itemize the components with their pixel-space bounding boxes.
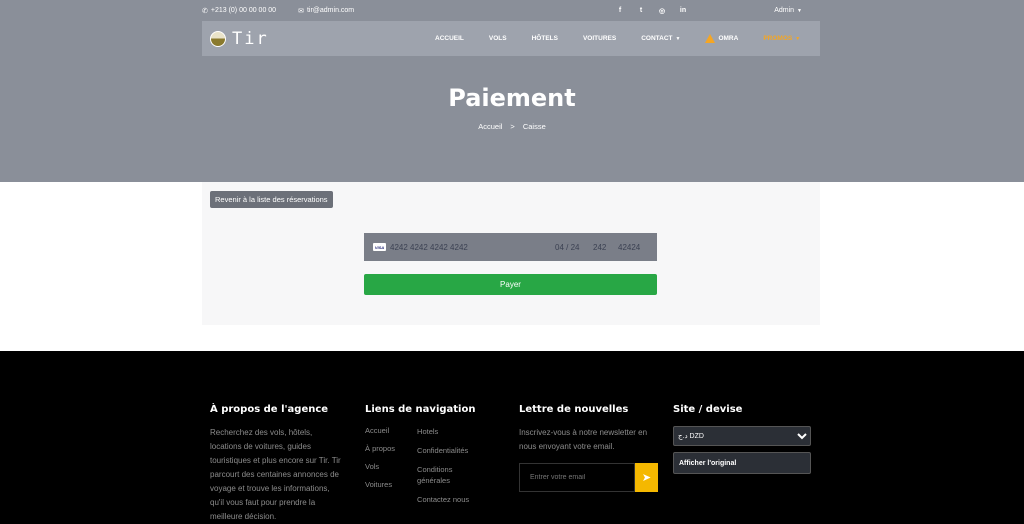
footer-link-accueil[interactable]: Accueil [365, 426, 395, 444]
mail-icon: ✉ [298, 7, 304, 15]
show-original-button[interactable]: Afficher l'original [673, 452, 811, 474]
pay-button[interactable]: Payer [364, 274, 657, 295]
back-to-reservations-button[interactable]: Revenir à la liste des réservations [210, 191, 333, 208]
breadcrumb-separator-icon: > [510, 122, 515, 131]
nav-label: PROMOS [763, 35, 793, 42]
phone-contact[interactable]: ✆ +213 (0) 00 00 00 00 [202, 7, 276, 15]
footer-link-confidentialites[interactable]: Confidentialités [417, 445, 483, 456]
about-text: Recherchez des vols, hôtels, locations d… [210, 428, 341, 521]
card-expiry-field[interactable]: 04 / 24 [555, 243, 593, 252]
phone-icon: ✆ [202, 7, 208, 15]
breadcrumb-home[interactable]: Accueil [478, 122, 502, 131]
footer-link-contact[interactable]: Contactez nous [417, 494, 483, 505]
breadcrumb-current: Caisse [522, 122, 546, 131]
brand-name: Tir [232, 29, 269, 49]
top-bar: ✆ +213 (0) 00 00 00 00 ✉ tir@admin.com f… [202, 0, 820, 21]
links-grid: Accueil À propos Vols Voitures Hotels Co… [365, 426, 483, 513]
email-address: tir@admin.com [306, 7, 355, 14]
nav-item-vols[interactable]: VOLS [489, 35, 507, 42]
card-number-field[interactable]: 4242 4242 4242 4242 [390, 243, 555, 252]
instagram-icon[interactable]: ◎ [658, 7, 666, 15]
caret-down-icon: ▼ [797, 7, 802, 14]
nav-label: ACCUEIL [435, 35, 464, 42]
facebook-icon[interactable]: f [616, 7, 624, 14]
footer: À propos de l'agence Recherchez des vols… [0, 351, 1024, 524]
nav-item-hotels[interactable]: HÔTELS [532, 35, 558, 42]
social-links: f t ◎ in [616, 0, 687, 21]
nav-item-promos[interactable]: PROMOS ▼ [763, 35, 800, 42]
newsletter-email-input[interactable] [519, 463, 635, 492]
nav-label: OMRA [718, 35, 739, 42]
page-title: Paiement [448, 84, 576, 112]
footer-link-vols[interactable]: Vols [365, 462, 395, 480]
links-column-1: Accueil À propos Vols Voitures [365, 426, 395, 513]
nav-item-accueil[interactable]: ACCUEIL [435, 35, 464, 42]
linkedin-icon[interactable]: in [679, 7, 687, 14]
nav-label: VOLS [488, 35, 507, 42]
about-title: À propos de l'agence [210, 404, 329, 415]
breadcrumb: Accueil > Caisse [0, 122, 1024, 131]
send-icon[interactable]: ➤ [635, 463, 658, 492]
kaaba-icon [705, 34, 716, 43]
nav-item-contact[interactable]: CONTACT ▼ [641, 35, 680, 42]
card-cvc-field[interactable]: 242 [593, 243, 618, 252]
footer-about: À propos de l'agence Recherchez des vols… [210, 404, 344, 524]
nav-links: ACCUEIL VOLS HÔTELS VOITURES CONTACT ▼ OM… [435, 21, 825, 56]
caret-down-icon: ▼ [675, 35, 681, 42]
card-zip-field[interactable]: 42424 [618, 243, 640, 252]
footer-link-voitures[interactable]: Voitures [365, 480, 395, 498]
newsletter-title: Lettre de nouvelles [519, 404, 629, 415]
payment-panel: Revenir à la liste des réservations VISA… [202, 182, 820, 325]
links-column-2: Hotels Confidentialités Conditions génér… [417, 426, 483, 513]
currency-select[interactable]: د.ج DZD [673, 426, 811, 446]
links-title: Liens de navigation [365, 404, 476, 415]
twitter-icon[interactable]: t [637, 7, 645, 14]
brand-logo[interactable]: Tir [210, 29, 269, 49]
footer-newsletter: Lettre de nouvelles Inscrivez-vous à not… [519, 404, 658, 492]
footer-link-hotels[interactable]: Hotels [417, 426, 483, 437]
card-input[interactable]: VISA 4242 4242 4242 4242 04 / 24 242 424… [364, 233, 657, 261]
site-title: Site / devise [673, 404, 743, 415]
hero-banner: ✆ +213 (0) 00 00 00 00 ✉ tir@admin.com f… [0, 0, 1024, 182]
visa-icon: VISA [373, 243, 386, 251]
admin-label: Admin [774, 7, 795, 14]
email-contact[interactable]: ✉ tir@admin.com [298, 7, 354, 15]
admin-menu[interactable]: Admin ▼ [774, 0, 802, 21]
nav-item-omra[interactable]: OMRA [705, 34, 738, 43]
footer-site: Site / devise د.ج DZD Afficher l'origina… [673, 404, 811, 474]
footer-link-a-propos[interactable]: À propos [365, 444, 395, 462]
newsletter-form: ➤ [519, 463, 658, 492]
nav-item-voitures[interactable]: VOITURES [583, 35, 616, 42]
footer-links: Liens de navigation Accueil À propos Vol… [365, 404, 483, 513]
footer-link-conditions[interactable]: Conditions générales [417, 464, 483, 486]
nav-label: CONTACT [641, 35, 673, 42]
nav-label: HÔTELS [531, 35, 558, 42]
nav-label: VOITURES [582, 35, 617, 42]
logo-icon [210, 31, 226, 47]
main-navbar: Tir ACCUEIL VOLS HÔTELS VOITURES CONTACT… [202, 21, 820, 56]
phone-number: +213 (0) 00 00 00 00 [210, 7, 277, 14]
newsletter-text: Inscrivez-vous à notre newsletter en nou… [519, 428, 648, 451]
caret-down-icon: ▼ [795, 35, 801, 42]
